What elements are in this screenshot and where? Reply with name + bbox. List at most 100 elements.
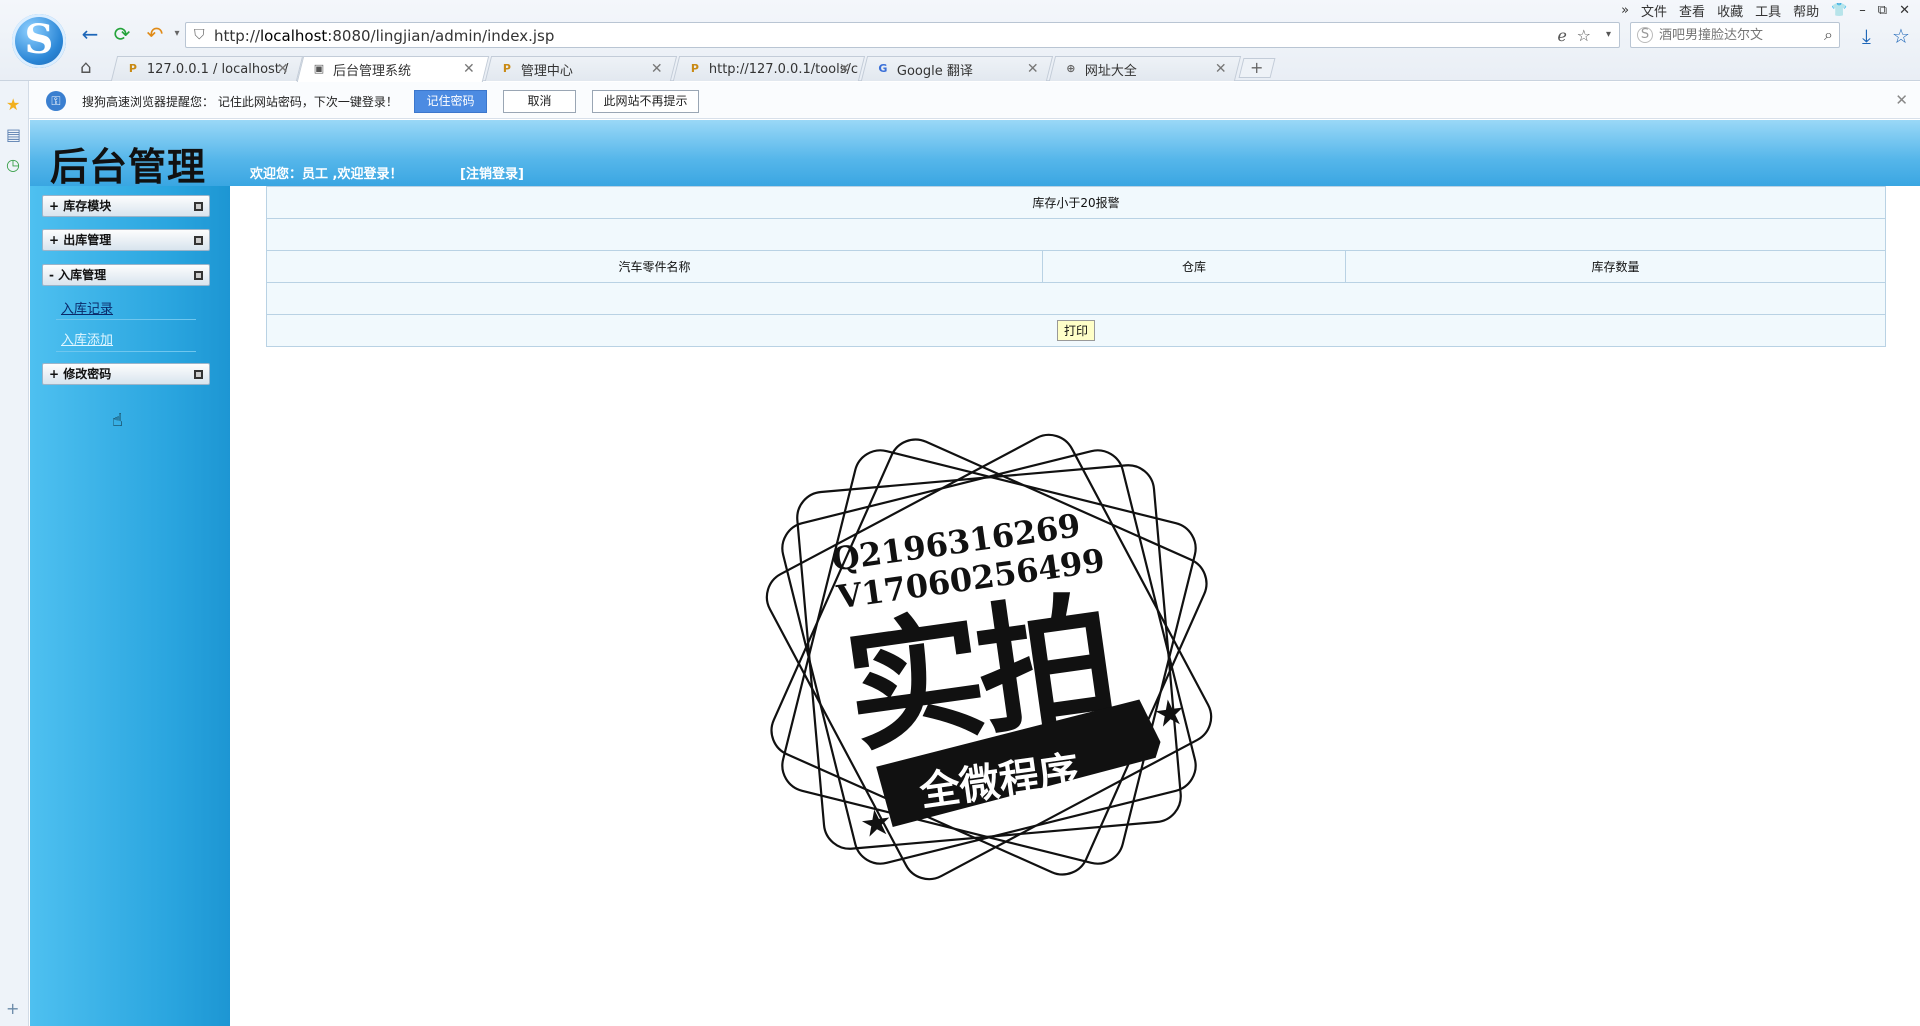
cancel-button[interactable]: 取消 (503, 90, 576, 113)
search-box[interactable]: S ⌕ (1630, 22, 1840, 48)
welcome-suffix: ,欢迎登录！ (328, 167, 403, 182)
tab-close-icon[interactable]: ✕ (839, 61, 851, 77)
pma-favicon-icon: P (128, 62, 137, 75)
bookmark-star-icon[interactable]: ☆ (1577, 26, 1591, 45)
tab-close-icon[interactable]: ✕ (1027, 61, 1039, 77)
globe-icon: ⊕ (1066, 62, 1076, 75)
logout-link[interactable]: [注销登录] (460, 163, 524, 182)
menu-tools[interactable]: 工具 (1755, 1, 1781, 20)
collapse-toggle-icon[interactable] (194, 271, 203, 280)
tab-close-icon[interactable]: ✕ (277, 61, 289, 77)
sogou-browser-logo[interactable]: S (12, 14, 66, 68)
close-window-icon[interactable]: ✕ (1899, 3, 1910, 18)
table-action-row: 打印 (266, 314, 1886, 347)
restore-icon[interactable]: ⧉ (1878, 3, 1887, 18)
pma-favicon-icon: P (502, 62, 511, 75)
never-prompt-button[interactable]: 此网站不再提示 (592, 90, 699, 113)
hand-cursor-icon: ☝ (112, 410, 123, 431)
search-input[interactable] (1659, 26, 1809, 44)
search-engine-icon[interactable]: S (1637, 27, 1653, 43)
watermark-stamp: Q2196316269 V17060256499 实拍 全微程序 ★ ★ (765, 433, 1213, 881)
browser-menu: » 文件 查看 收藏 工具 帮助 👕 – ⧉ ✕ (1621, 1, 1910, 20)
tab-google-translate[interactable]: G Google 翻译 ✕ (860, 56, 1054, 81)
column-header-warehouse: 仓库 (1042, 250, 1346, 283)
back-arrow-icon[interactable]: ← (78, 22, 102, 46)
tab-label: 127.0.0.1 / localhost / (146, 61, 289, 77)
tab-admin-center[interactable]: P 管理中心 ✕ (484, 56, 678, 81)
tab-tools[interactable]: Phttp://127.0.0.1/tools/c ✕ (672, 56, 866, 81)
menu-help[interactable]: 帮助 (1793, 1, 1819, 20)
table-caption: 库存小于20报警 (266, 186, 1886, 219)
tab-label: 后台管理系统 (333, 63, 412, 79)
reading-list-icon[interactable]: ▤ (6, 125, 21, 144)
new-tab-label: + (1250, 58, 1264, 77)
browser-side-toolbar: ★ ▤ ◷ + (0, 81, 29, 1026)
tab-label: http://127.0.0.1/tools/c (708, 61, 859, 77)
group-label: - 入库管理 (49, 268, 107, 282)
google-translate-icon: G (878, 62, 888, 75)
expand-toggle-icon[interactable] (194, 202, 203, 211)
favorites-star-icon[interactable]: ☆ (1892, 24, 1910, 48)
group-label: + 库存模块 (49, 199, 112, 213)
tab-admin-system[interactable]: ▣ 后台管理系统 ✕ (296, 56, 490, 82)
shield-icon: ⛉ (194, 27, 205, 43)
tab-close-icon[interactable]: ✕ (651, 61, 663, 77)
address-dropdown-icon[interactable]: ▾ (1606, 29, 1611, 40)
sidebar-item-inbound-records[interactable]: 入库记录 (61, 298, 113, 317)
remember-password-button[interactable]: 记住密码 (414, 90, 487, 113)
address-bar[interactable]: ⛉ http://localhost:8080/lingjian/admin/i… (185, 22, 1620, 48)
table-caption-row: 库存小于20报警 (266, 186, 1886, 219)
home-icon[interactable]: ⌂ (80, 57, 91, 78)
history-clock-icon[interactable]: ◷ (6, 155, 20, 174)
url-prefix: http:// (214, 27, 260, 45)
search-icon[interactable]: ⌕ (1824, 25, 1833, 45)
print-button[interactable]: 打印 (1056, 320, 1095, 341)
new-tab-button[interactable]: + (1238, 58, 1276, 78)
minimize-icon[interactable]: – (1859, 3, 1866, 18)
key-icon: ⚿ (46, 91, 66, 111)
row-spacer (266, 282, 1886, 315)
column-header-stock-quantity: 库存数量 (1345, 250, 1886, 283)
expand-toggle-icon[interactable] (194, 370, 203, 379)
menu-file[interactable]: 文件 (1641, 1, 1667, 20)
column-header-part-name: 汽车零件名称 (266, 250, 1043, 283)
tab-label: 网址大全 (1084, 63, 1137, 79)
site-title: 后台管理 (50, 145, 207, 189)
undo-icon[interactable]: ↶ (143, 22, 167, 46)
add-sidebar-icon[interactable]: + (6, 999, 19, 1018)
expand-toggle-icon[interactable] (194, 236, 203, 245)
table-header-row: 汽车零件名称 仓库 库存数量 (266, 250, 1886, 283)
url-path: :8080/lingjian/admin/index.jsp (327, 27, 555, 45)
menu-favorites[interactable]: 收藏 (1717, 1, 1743, 20)
sidebar-group-inventory[interactable]: + 库存模块 (42, 195, 210, 217)
page-header: 后台管理 欢迎您：员工 ,欢迎登录！ [注销登录] (30, 120, 1920, 189)
close-icon[interactable]: ✕ (1895, 91, 1908, 109)
favorites-star-icon[interactable]: ★ (6, 95, 20, 114)
download-icon[interactable]: ⤓ (1862, 24, 1871, 48)
sidebar-group-outbound[interactable]: + 出库管理 (42, 229, 210, 251)
star-icon: ★ (857, 801, 895, 846)
save-password-bar: ⚿ 搜狗高速浏览器提醒您： 记住此网站密码，下次一键登录！ 记住密码 取消 此网… (29, 82, 1920, 119)
menu-view[interactable]: 查看 (1679, 1, 1705, 20)
welcome-prefix: 欢迎您： (250, 167, 303, 182)
tab-close-icon[interactable]: ✕ (1215, 61, 1227, 77)
tab-close-icon[interactable]: ✕ (463, 61, 475, 77)
more-icon[interactable]: » (1621, 3, 1629, 18)
page-favicon-icon: ▣ (313, 62, 325, 75)
refresh-icon[interactable]: ⟳ (110, 22, 134, 46)
url-host: localhost (259, 27, 328, 45)
sidebar-group-inbound[interactable]: - 入库管理 (42, 264, 210, 286)
admin-page: 后台管理 欢迎您：员工 ,欢迎登录！ [注销登录] + 库存模块 + 出库管理 … (30, 120, 1920, 1026)
skin-icon[interactable]: 👕 (1831, 3, 1847, 18)
tab-url-directory[interactable]: ⊕ 网址大全 ✕ (1048, 56, 1242, 81)
sidebar-group-change-password[interactable]: + 修改密码 (42, 363, 210, 385)
welcome-text: 欢迎您：员工 ,欢迎登录！ (250, 163, 403, 182)
row-spacer (266, 218, 1886, 251)
star-icon: ★ (1151, 691, 1189, 736)
sidebar-item-inbound-add[interactable]: 入库添加 (61, 329, 113, 348)
divider (56, 319, 196, 320)
address-url[interactable]: http://localhost:8080/lingjian/admin/ind… (214, 27, 554, 45)
tab-localhost[interactable]: P 127.0.0.1 / localhost / ✕ (110, 56, 304, 81)
divider (56, 351, 196, 352)
ie-mode-icon[interactable]: ℯ (1558, 26, 1567, 45)
